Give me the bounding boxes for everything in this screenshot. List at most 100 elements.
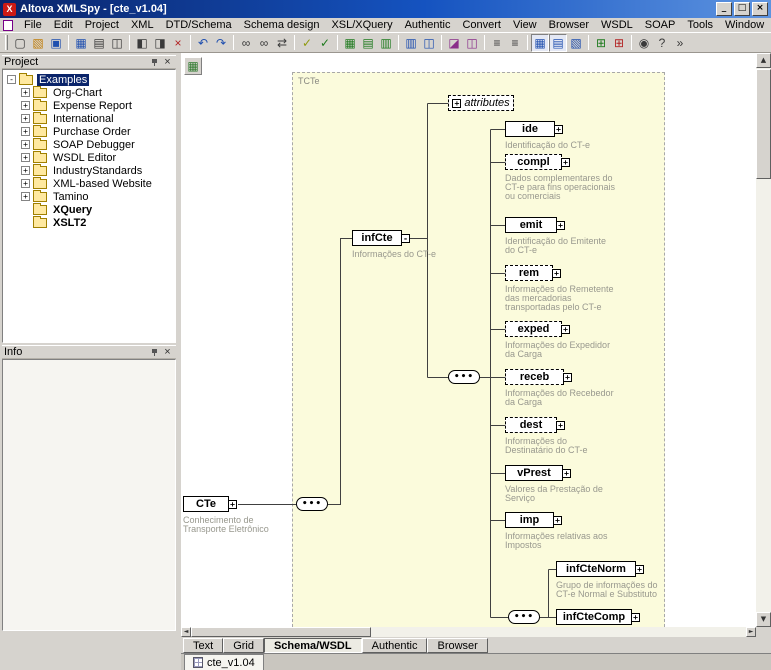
tree-item-international[interactable]: + International xyxy=(3,112,175,125)
export-database-icon[interactable]: ◫ xyxy=(463,34,481,52)
find-next-icon[interactable]: ∞ xyxy=(255,34,273,52)
expand-icon[interactable]: + xyxy=(452,99,461,108)
tree-item-examples[interactable]: - Examples xyxy=(3,73,175,86)
close-panel-icon[interactable]: × xyxy=(161,56,174,68)
tab-grid[interactable]: Grid xyxy=(223,638,264,653)
expand-icon[interactable]: + xyxy=(631,613,640,622)
tree-item-industrystandards[interactable]: + IndustryStandards xyxy=(3,164,175,177)
element-exped[interactable]: exped + xyxy=(505,321,562,337)
sequence-connector[interactable]: ••• xyxy=(296,497,328,511)
text-view-icon[interactable]: ▥ xyxy=(402,34,420,52)
tab-text[interactable]: Text xyxy=(183,638,223,653)
expand-icon[interactable]: + xyxy=(554,125,563,134)
schema-design-view-icon[interactable]: ▦ xyxy=(531,34,549,52)
tree-item-tamino[interactable]: + Tamino xyxy=(3,190,175,203)
menu-window[interactable]: Window xyxy=(719,18,770,32)
expand-icon[interactable]: + xyxy=(556,221,565,230)
paste-icon[interactable]: ◨ xyxy=(151,34,169,52)
help-icon[interactable]: ? xyxy=(653,34,671,52)
import-database-icon[interactable]: ◪ xyxy=(445,34,463,52)
menu-view[interactable]: View xyxy=(507,18,543,32)
menu-convert[interactable]: Convert xyxy=(456,18,507,32)
element-infctecomp[interactable]: infCteComp + xyxy=(556,609,632,625)
save-file-icon[interactable]: ▣ xyxy=(47,34,65,52)
expand-icon[interactable]: + xyxy=(21,153,30,162)
collapse-icon[interactable]: - xyxy=(401,234,410,243)
menu-tools[interactable]: Tools xyxy=(681,18,719,32)
menu-xsl-xquery[interactable]: XSL/XQuery xyxy=(325,18,398,32)
element-receb[interactable]: receb + xyxy=(505,369,564,385)
menu-xml[interactable]: XML xyxy=(125,18,160,32)
zoom-icon[interactable]: ◉ xyxy=(635,34,653,52)
schema-display-config-icon[interactable]: ▤ xyxy=(549,34,567,52)
expand-icon[interactable]: + xyxy=(556,421,565,430)
element-vprest[interactable]: vPrest + xyxy=(505,465,563,481)
expand-icon[interactable]: + xyxy=(563,373,572,382)
expand-icon[interactable]: + xyxy=(21,114,30,123)
element-emit[interactable]: emit + xyxy=(505,217,557,233)
expand-icon[interactable]: + xyxy=(561,158,570,167)
close-icon[interactable]: × xyxy=(752,2,768,16)
copy-icon[interactable]: ◧ xyxy=(133,34,151,52)
word-wrap-icon[interactable]: ≡ xyxy=(506,34,524,52)
menu-wsdl[interactable]: WSDL xyxy=(595,18,639,32)
element-infcte[interactable]: infCte - xyxy=(352,230,402,246)
toolbar-grip[interactable] xyxy=(5,35,8,50)
insert-element-icon[interactable]: ⊞ xyxy=(592,34,610,52)
collapse-icon[interactable]: - xyxy=(7,75,16,84)
toolbar-overflow-icon[interactable]: » xyxy=(671,34,689,52)
find-icon[interactable]: ∞ xyxy=(237,34,255,52)
menu-schema-design[interactable]: Schema design xyxy=(238,18,326,32)
scroll-right-icon[interactable]: ► xyxy=(746,627,756,637)
undo-icon[interactable]: ↶ xyxy=(194,34,212,52)
redo-icon[interactable]: ↷ xyxy=(212,34,230,52)
expand-icon[interactable]: + xyxy=(21,166,30,175)
validate-icon[interactable]: ✓ xyxy=(316,34,334,52)
minimize-icon[interactable]: _ xyxy=(716,2,732,16)
close-panel-icon[interactable]: × xyxy=(161,346,174,358)
expand-icon[interactable]: + xyxy=(552,269,561,278)
check-well-formed-icon[interactable]: ✓ xyxy=(298,34,316,52)
menu-soap[interactable]: SOAP xyxy=(639,18,682,32)
tab-schema-wsdl[interactable]: Schema/WSDL xyxy=(264,638,362,653)
pin-icon[interactable] xyxy=(148,346,161,358)
menu-browser[interactable]: Browser xyxy=(543,18,595,32)
save-all-icon[interactable]: ▦ xyxy=(72,34,90,52)
menu-project[interactable]: Project xyxy=(79,18,125,32)
element-cte[interactable]: CTe + xyxy=(183,496,229,512)
replace-icon[interactable]: ⇄ xyxy=(273,34,291,52)
expand-icon[interactable]: + xyxy=(561,325,570,334)
tree-item-soap-debugger[interactable]: + SOAP Debugger xyxy=(3,138,175,151)
expand-icon[interactable]: + xyxy=(553,516,562,525)
schema-design-canvas[interactable]: TCTe ▦ CTe + Conhecimento de Transporte … xyxy=(181,53,756,627)
indent-icon[interactable]: ≡ xyxy=(488,34,506,52)
element-compl[interactable]: compl + xyxy=(505,154,562,170)
expand-icon[interactable]: + xyxy=(21,127,30,136)
vertical-scroll-thumb[interactable] xyxy=(756,69,771,179)
tree-item-wsdl-editor[interactable]: + WSDL Editor xyxy=(3,151,175,164)
document-icon[interactable] xyxy=(3,20,13,31)
expand-icon[interactable]: + xyxy=(21,101,30,110)
nested-grid-icon[interactable]: ▤ xyxy=(359,34,377,52)
open-file-icon[interactable]: ▧ xyxy=(29,34,47,52)
print-preview-icon[interactable]: ◫ xyxy=(108,34,126,52)
expand-icon[interactable]: + xyxy=(21,88,30,97)
document-tab-cte[interactable]: cte_v1.04 xyxy=(184,654,264,670)
delete-icon[interactable]: × xyxy=(169,34,187,52)
tree-item-xquery[interactable]: XQuery xyxy=(3,203,175,216)
print-icon[interactable]: ▤ xyxy=(90,34,108,52)
expand-children-icon[interactable]: ▥ xyxy=(377,34,395,52)
expand-icon[interactable]: + xyxy=(21,179,30,188)
expand-icon[interactable]: + xyxy=(228,500,237,509)
menu-file[interactable]: File xyxy=(18,18,48,32)
horizontal-scroll-thumb[interactable] xyxy=(191,627,371,637)
tab-browser[interactable]: Browser xyxy=(427,638,487,653)
tree-item-purchase-order[interactable]: + Purchase Order xyxy=(3,125,175,138)
element-dest[interactable]: dest + xyxy=(505,417,557,433)
tree-item-xml-based-website[interactable]: + XML-based Website xyxy=(3,177,175,190)
element-rem[interactable]: rem + xyxy=(505,265,553,281)
tab-authentic[interactable]: Authentic xyxy=(362,638,428,653)
element-infctenorm[interactable]: infCteNorm + xyxy=(556,561,636,577)
show-globals-button[interactable]: ▦ xyxy=(184,57,202,75)
pin-icon[interactable] xyxy=(148,56,161,68)
